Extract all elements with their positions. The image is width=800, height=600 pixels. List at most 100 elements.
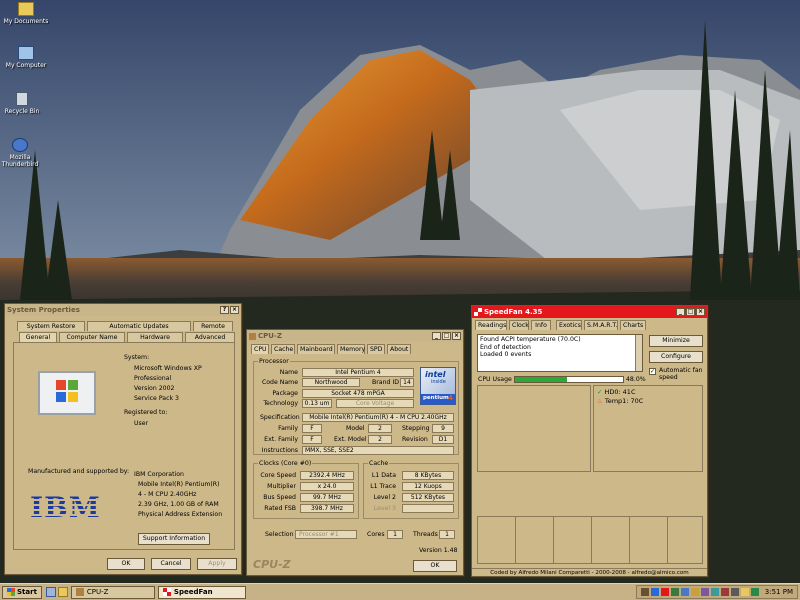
speedfan-tray-icon[interactable] (660, 588, 669, 596)
cancel-button[interactable]: Cancel (151, 558, 191, 570)
tab-mainboard[interactable]: Mainboard (297, 344, 335, 354)
cpu-z-window: CPU-Z _ □ × CPU Cache Mainboard Memory S… (246, 329, 464, 576)
taskbar-item-speedfan[interactable]: SpeedFan (157, 585, 246, 599)
minimize-app-button[interactable]: Minimize (649, 335, 703, 347)
instructions-label: Instructions (261, 447, 298, 454)
speedfan-app-icon (474, 308, 482, 316)
pentium-number: 4 (448, 394, 453, 402)
tray-icon[interactable] (640, 588, 649, 596)
level-2-field: 512 KBytes (402, 493, 454, 502)
os-service-pack: Service Pack 3 (134, 395, 179, 402)
os-version: Version 2002 (134, 385, 175, 392)
tray-icon[interactable] (750, 588, 759, 596)
technology-label: Technology (263, 400, 298, 407)
cpu-z-titlebar[interactable]: CPU-Z _ □ × (247, 330, 463, 342)
ext-model-label: Ext. Model (334, 436, 367, 443)
show-desktop-icon[interactable] (45, 587, 56, 597)
windows-xp-logo (38, 371, 96, 415)
instructions-field: MMX, SSE, SSE2 (302, 446, 454, 455)
cpu-name-field: Intel Pentium 4 (302, 368, 414, 377)
system-properties-window: System Properties ? × System Restore Aut… (4, 303, 242, 575)
tab-readings[interactable]: Readings (475, 320, 507, 330)
code-name-label: Code Name (261, 379, 298, 386)
taskbar-item-cpu-z[interactable]: CPU-Z (70, 585, 155, 599)
tray-icon[interactable] (720, 588, 729, 596)
tray-icon[interactable] (740, 588, 749, 596)
tab-clock[interactable]: Clock (509, 320, 529, 330)
l1-trace-label: L1 Trace (370, 483, 396, 490)
specification-label: Specification (260, 414, 300, 421)
tray-icon[interactable] (710, 588, 719, 596)
tray-icon[interactable] (670, 588, 679, 596)
ok-button[interactable]: OK (107, 558, 145, 570)
cpu-z-brand-logo: CPU-Z (253, 558, 291, 571)
tab-system-restore[interactable]: System Restore (17, 321, 85, 331)
tab-info[interactable]: Info (531, 320, 551, 330)
tab-advanced[interactable]: Advanced (185, 332, 235, 342)
network-icon[interactable] (680, 588, 689, 596)
tab-exotics[interactable]: Exotics (556, 320, 582, 330)
maximize-button[interactable]: □ (686, 308, 695, 316)
help-button[interactable]: ? (220, 306, 229, 314)
automatic-fan-speed-checkbox[interactable]: ✓ (649, 368, 656, 375)
speedfan-log-box[interactable]: Found ACPI temperature (70.0C) End of de… (477, 334, 643, 372)
temp-row-temp1: ♨ Temp1: 70C (597, 397, 643, 405)
desktop-icon-mozilla-thunderbird[interactable]: Mozilla Thunderbird (0, 138, 42, 168)
speedfan-icon (162, 588, 171, 596)
desktop-icon-label: Mozilla Thunderbird (1, 154, 39, 168)
start-button[interactable]: Start (2, 585, 42, 599)
close-button[interactable]: × (696, 308, 705, 316)
explorer-icon[interactable] (57, 587, 68, 597)
system-properties-titlebar[interactable]: System Properties ? × (5, 304, 241, 316)
tab-memory[interactable]: Memory (337, 344, 365, 354)
tab-general[interactable]: General (19, 332, 57, 342)
tab-hardware[interactable]: Hardware (127, 332, 183, 342)
tab-about[interactable]: About (387, 344, 411, 354)
maximize-button[interactable]: □ (442, 332, 451, 340)
clocks-group: Clocks (Core #0) Core Speed 2392.4 MHz M… (253, 460, 359, 519)
computer-icon (18, 46, 34, 60)
check-icon: ✓ (597, 388, 603, 396)
desktop-icon-my-documents[interactable]: My Documents (0, 2, 52, 25)
tab-charts[interactable]: Charts (620, 320, 646, 330)
support-information-button[interactable]: Support Information (138, 533, 210, 545)
tray-icon[interactable] (730, 588, 739, 596)
tab-automatic-updates[interactable]: Automatic Updates (87, 321, 191, 331)
tray-icon[interactable] (700, 588, 709, 596)
log-scrollbar[interactable] (635, 335, 642, 371)
close-button[interactable]: × (230, 306, 239, 314)
rated-fsb-label: Rated FSB (264, 505, 296, 512)
tab-cache[interactable]: Cache (271, 344, 295, 354)
ext-model-field: 2 (368, 435, 392, 444)
volume-icon[interactable] (690, 588, 699, 596)
thunderbird-icon (12, 138, 28, 152)
desktop-icon-my-computer[interactable]: My Computer (0, 46, 52, 69)
temp-row-hd0: ✓ HD0: 41C (597, 388, 635, 396)
cache-group: Cache L1 Data 8 KBytes L1 Trace 12 Kuops… (363, 460, 459, 519)
ok-button[interactable]: OK (413, 560, 457, 572)
tray-icon[interactable] (650, 588, 659, 596)
speedfan-titlebar[interactable]: SpeedFan 4.35 _ □ × (472, 306, 707, 318)
temp-label: Temp1: (604, 397, 629, 405)
group-title: Processor (258, 358, 290, 365)
registered-user: User (134, 420, 149, 427)
minimize-button[interactable]: _ (432, 332, 441, 340)
tab-computer-name[interactable]: Computer Name (59, 332, 125, 342)
taskbar-clock[interactable]: 3:51 PM (765, 588, 793, 596)
tab-smart[interactable]: S.M.A.R.T. (584, 320, 618, 330)
package-field: Socket 478 mPGA (302, 389, 414, 398)
tab-spd[interactable]: SPD (367, 344, 385, 354)
apply-button: Apply (197, 558, 237, 570)
log-line: Loaded 0 events (480, 351, 532, 358)
minimize-button[interactable]: _ (676, 308, 685, 316)
rated-fsb-field: 398.7 MHz (300, 504, 354, 513)
close-button[interactable]: × (452, 332, 461, 340)
desktop-icon-recycle-bin[interactable]: Recycle Bin (0, 92, 48, 115)
family-field: F (302, 424, 322, 433)
taskbar-item-label: SpeedFan (173, 588, 213, 596)
model-label: Model (346, 425, 365, 432)
processor-selection-dropdown[interactable]: Processor #1 (295, 530, 357, 539)
tab-remote[interactable]: Remote (193, 321, 233, 331)
tab-cpu[interactable]: CPU (251, 344, 269, 354)
configure-button[interactable]: Configure (649, 351, 703, 363)
